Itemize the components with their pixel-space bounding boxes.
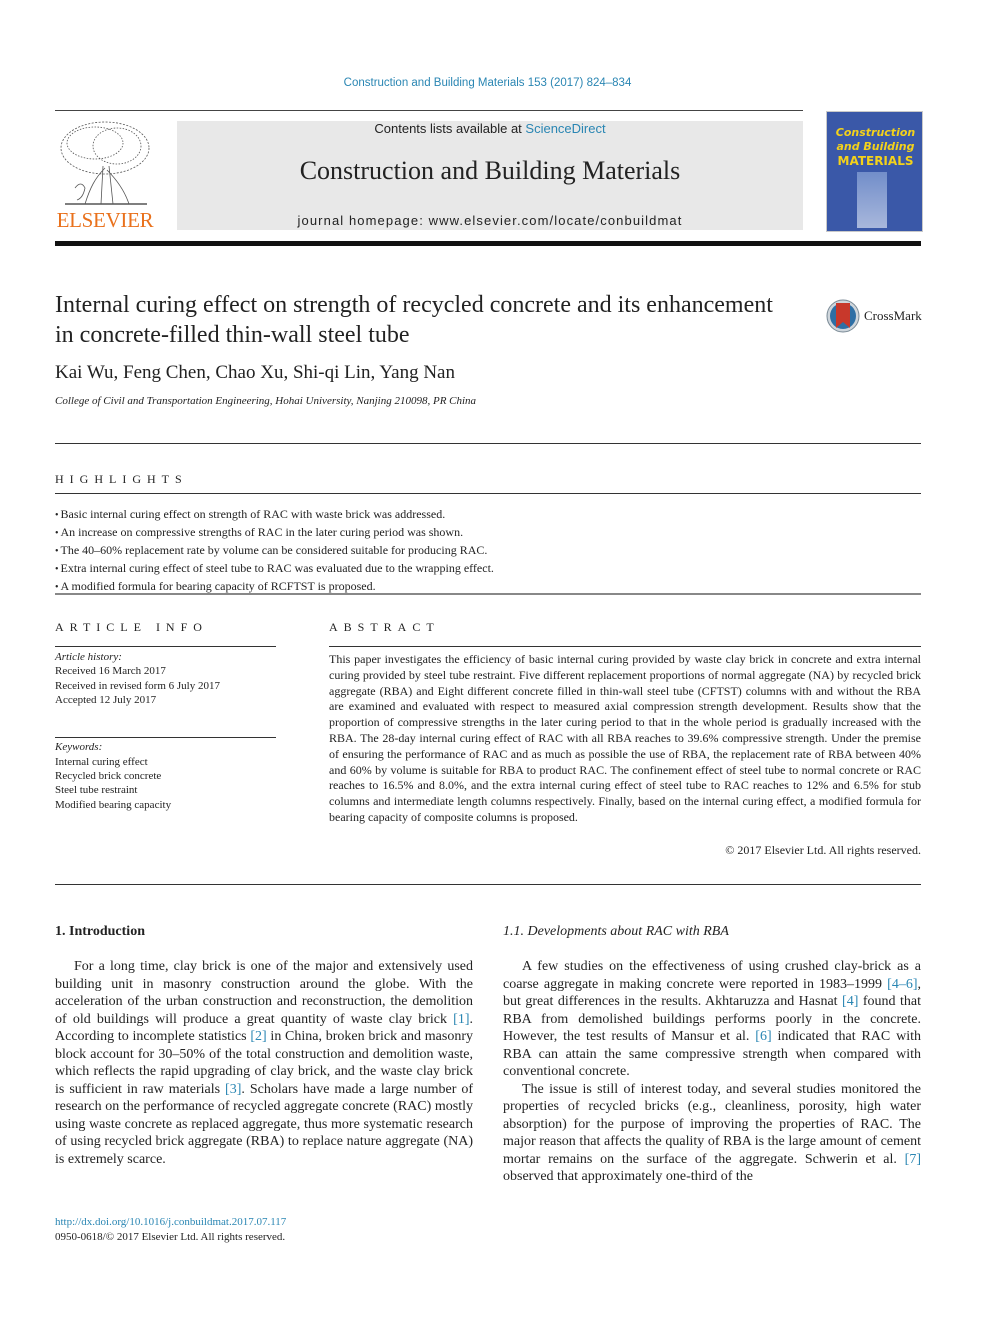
crossmark-icon [826,299,860,333]
journal-citation-link[interactable]: Construction and Building Materials 153 … [0,77,975,89]
reference-link[interactable]: [3] [225,1082,241,1097]
article-history-label: Article history: [55,651,122,663]
cover-line-1: Construction [835,126,916,139]
author-list[interactable]: Kai Wu, Feng Chen, Chao Xu, Shi-qi Lin, … [55,362,455,384]
highlights-heading: HIGHLIGHTS [55,472,188,486]
title-divider [55,443,921,444]
cover-line-2: and Building [836,140,915,153]
cover-title: Construction and Building MATERIALS [831,126,920,168]
article-title: Internal curing effect on strength of re… [55,292,773,348]
history-revised: Received in revised form 6 July 2017 [55,680,220,692]
doi-link[interactable]: http://dx.doi.org/10.1016/j.conbuildmat.… [55,1216,286,1228]
highlights-list: Basic internal curing effect on strength… [55,506,494,596]
issn-copyright: 0950-0618/© 2017 Elsevier Ltd. All right… [55,1231,286,1243]
elsevier-tree-icon [60,121,150,205]
contents-line: Contents lists available at ScienceDirec… [177,121,803,136]
subsection-paragraph: The issue is still of interest today, an… [503,1081,921,1186]
highlight-item: An increase on compressive strengths of … [55,524,494,542]
journal-homepage-link[interactable]: journal homepage: www.elsevier.com/locat… [177,213,803,228]
highlights-bottom-divider [55,593,921,595]
abstract-heading: ABSTRACT [329,620,440,634]
sciencedirect-link[interactable]: ScienceDirect [525,121,605,136]
body-text: For a long time, clay brick is one of th… [55,959,473,1027]
crossmark-button[interactable]: CrossMark [826,298,922,334]
keyword-item: Steel tube restraint [55,784,138,796]
journal-name: Construction and Building Materials [299,156,681,185]
section-heading-introduction: 1. Introduction [55,924,145,939]
reference-link[interactable]: [4] [842,994,858,1009]
body-text: observed that approximately one-third of… [503,1169,753,1184]
keyword-item: Internal curing effect [55,756,148,768]
article-info-heading: ARTICLE INFO [55,620,208,634]
keyword-item: Modified bearing capacity [55,799,172,811]
keywords-divider [55,737,276,738]
subsection-paragraph: A few studies on the effectiveness of us… [503,958,921,1081]
reference-link[interactable]: [2] [250,1029,266,1044]
keyword-item: Recycled brick concrete [55,770,162,782]
reference-link[interactable]: [1] [453,1012,469,1027]
introduction-paragraph: For a long time, clay brick is one of th… [55,958,473,1168]
affiliation: College of Civil and Transportation Engi… [55,395,477,407]
highlight-item: The 40–60% replacement rate by volume ca… [55,542,494,560]
history-accepted: Accepted 12 July 2017 [55,694,157,706]
history-received: Received 16 March 2017 [55,665,166,677]
crossmark-label: CrossMark [864,308,922,323]
article-info-divider [55,646,276,647]
subsection-heading: 1.1. Developments about RAC with RBA [503,924,729,939]
elsevier-wordmark: ELSEVIER [56,208,154,232]
body-text: A few studies on the effectiveness of us… [503,959,921,992]
elsevier-logo[interactable]: ELSEVIER [55,118,155,233]
contents-prefix: Contents lists available at [374,121,526,136]
abstract-bottom-divider [55,884,921,885]
abstract-copyright: © 2017 Elsevier Ltd. All rights reserved… [725,843,921,857]
abstract-divider [329,646,921,647]
subsection-paragraphs: A few studies on the effectiveness of us… [503,958,921,1186]
journal-cover-image[interactable]: Construction and Building MATERIALS [826,111,923,232]
cover-line-3: MATERIALS [837,154,914,168]
body-text: The issue is still of interest today, an… [503,1081,921,1167]
highlights-divider [55,493,921,494]
reference-link[interactable]: [6] [755,1029,771,1044]
abstract-text: This paper investigates the efficiency o… [329,652,921,824]
header-thick-divider [55,241,921,246]
highlight-item: Basic internal curing effect on strength… [55,506,494,524]
reference-link[interactable]: [4–6] [887,977,917,992]
cover-decoration [857,172,887,228]
highlight-item: Extra internal curing effect of steel tu… [55,560,494,578]
keywords-label: Keywords: [55,741,103,753]
reference-link[interactable]: [7] [905,1152,921,1167]
header-divider [55,110,803,111]
